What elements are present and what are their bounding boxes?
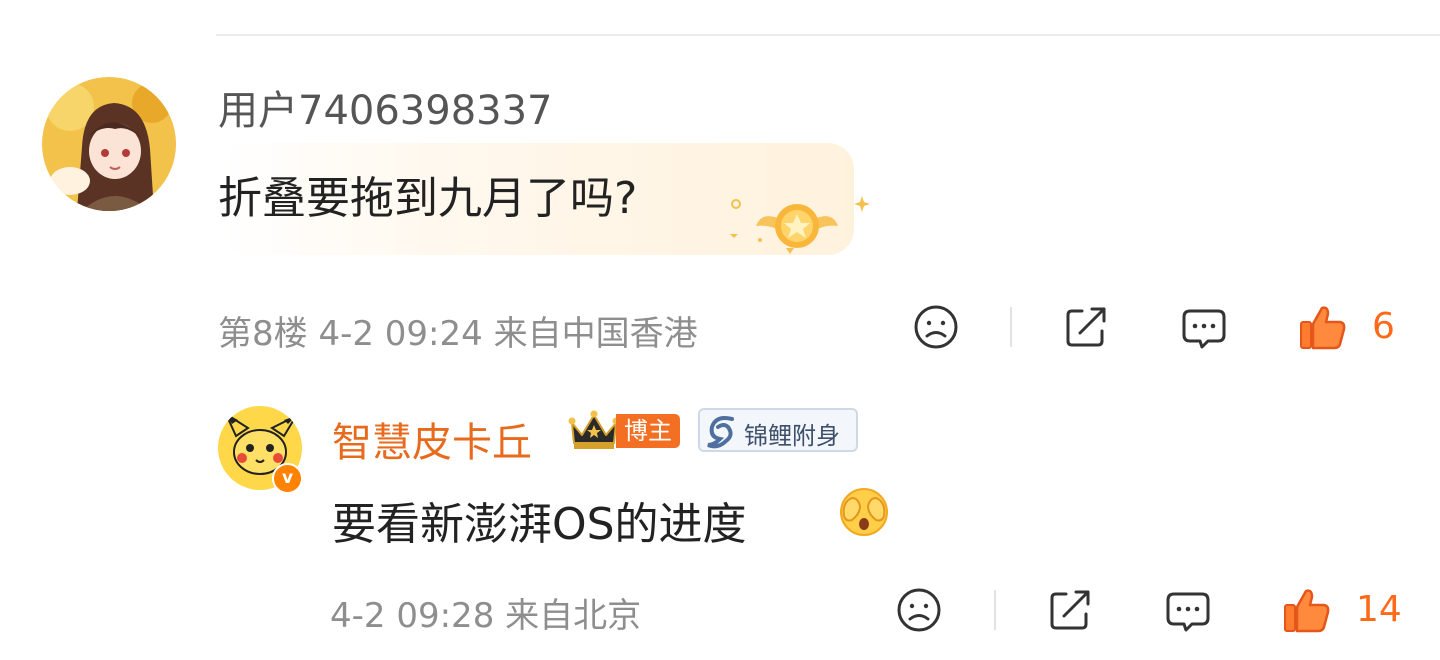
share-button[interactable]	[1062, 303, 1110, 355]
crown-icon	[568, 409, 620, 455]
comment-bubble-icon	[1182, 309, 1226, 349]
comment-username[interactable]: 用户7406398337	[218, 78, 553, 136]
dislike-button[interactable]	[912, 303, 960, 355]
reply-like-count: 14	[1356, 589, 1402, 630]
reply-username[interactable]: 智慧皮卡丘	[332, 410, 532, 468]
like-count: 6	[1372, 306, 1395, 347]
action-separator	[994, 590, 996, 630]
like-button[interactable]	[1298, 302, 1348, 356]
comment-text: 折叠要拖到九月了吗?	[218, 173, 638, 224]
thumbs-up-icon	[1284, 589, 1330, 633]
reply-share-button[interactable]	[1046, 586, 1094, 638]
thumbs-up-icon	[1300, 306, 1346, 350]
user-avatar[interactable]	[42, 77, 176, 211]
blogger-badge: 博主	[616, 414, 680, 448]
share-icon	[1050, 590, 1090, 630]
medal-icon	[722, 186, 872, 270]
reply-meta: 4-2 09:28 来自北京	[330, 596, 642, 636]
comment-bubble-icon	[1166, 592, 1210, 632]
koi-badge-label: 锦鲤附身	[744, 422, 840, 450]
comment-button[interactable]	[1180, 303, 1228, 355]
hiding-face-emoji-icon	[838, 486, 890, 542]
reply-text: 要看新澎湃OS的进度	[332, 499, 747, 550]
reply-dislike-button[interactable]	[895, 586, 943, 638]
action-separator	[1010, 307, 1012, 347]
koi-fish-icon	[707, 416, 734, 449]
reply-comment-button[interactable]	[1164, 586, 1212, 638]
share-icon	[1066, 307, 1106, 347]
frown-face-icon	[897, 588, 941, 632]
koi-badge: 锦鲤附身	[698, 408, 858, 452]
reply-like-button[interactable]	[1282, 585, 1332, 639]
verified-v-icon: v	[272, 463, 303, 494]
comment-meta: 第8楼 4-2 09:24 来自中国香港	[218, 314, 698, 354]
top-divider	[216, 34, 1440, 36]
frown-face-icon	[914, 305, 958, 349]
